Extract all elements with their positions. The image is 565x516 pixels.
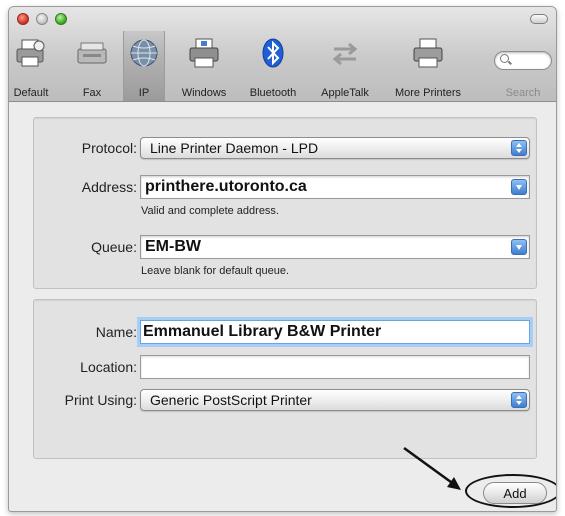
dropdown-arrow-icon[interactable] bbox=[511, 239, 527, 255]
address-hint: Valid and complete address. bbox=[141, 205, 279, 217]
toolbar-label-bluetooth: Bluetooth bbox=[249, 87, 297, 99]
search-icon bbox=[500, 54, 509, 63]
protocol-value: Line Printer Daemon - LPD bbox=[150, 140, 319, 156]
toolbar-item-bluetooth[interactable]: Bluetooth bbox=[241, 31, 305, 101]
print-using-popup[interactable]: Generic PostScript Printer bbox=[140, 389, 530, 411]
toolbar-toggle-button[interactable] bbox=[530, 14, 548, 24]
add-printer-window: Default Fax IP Windows Bluetooth AppleTa… bbox=[8, 6, 557, 512]
close-window-button[interactable] bbox=[17, 13, 29, 25]
windows-printer-icon bbox=[189, 38, 219, 68]
toolbar-item-more-printers[interactable]: More Printers bbox=[385, 31, 471, 101]
queue-combo[interactable]: EM-BW bbox=[140, 235, 530, 259]
print-using-value: Generic PostScript Printer bbox=[150, 392, 312, 408]
address-combo[interactable]: printhere.utoronto.ca bbox=[140, 175, 530, 199]
popup-arrows-icon bbox=[511, 392, 527, 408]
queue-hint: Leave blank for default queue. bbox=[141, 265, 290, 277]
name-label: Name: bbox=[95, 324, 137, 340]
protocol-popup[interactable]: Line Printer Daemon - LPD bbox=[140, 137, 530, 159]
toolbar-item-search[interactable]: Search bbox=[489, 31, 556, 101]
more-printers-icon bbox=[413, 38, 443, 68]
annotation-circle bbox=[465, 474, 556, 508]
address-value: printhere.utoronto.ca bbox=[145, 178, 307, 195]
toolbar-label-appletalk: AppleTalk bbox=[321, 87, 369, 99]
toolbar-item-appletalk[interactable]: AppleTalk bbox=[309, 31, 381, 101]
annotation-arrow-icon bbox=[403, 446, 461, 490]
toolbar-label-search: Search bbox=[505, 87, 541, 99]
queue-label: Queue: bbox=[91, 239, 137, 255]
name-field[interactable]: Emmanuel Library B&W Printer bbox=[140, 320, 530, 344]
search-input[interactable] bbox=[494, 51, 552, 70]
print-using-label: Print Using: bbox=[64, 392, 137, 408]
default-printer-icon bbox=[16, 39, 45, 67]
name-value: Emmanuel Library B&W Printer bbox=[143, 323, 382, 340]
toolbar-label-ip: IP bbox=[138, 87, 150, 99]
title-bar: Default Fax IP Windows Bluetooth AppleTa… bbox=[9, 7, 556, 102]
protocol-label: Protocol: bbox=[81, 140, 137, 156]
popup-arrows-icon bbox=[511, 140, 527, 156]
toolbar-label-fax: Fax bbox=[82, 87, 102, 99]
toolbar-item-fax[interactable]: Fax bbox=[71, 31, 113, 101]
toolbar-label-windows: Windows bbox=[181, 87, 227, 99]
queue-value: EM-BW bbox=[145, 238, 201, 255]
globe-icon bbox=[130, 39, 158, 67]
toolbar-item-ip[interactable]: IP bbox=[123, 31, 165, 101]
toolbar-label-default: Default bbox=[13, 87, 49, 99]
fax-icon bbox=[77, 42, 107, 64]
toolbar-item-windows[interactable]: Windows bbox=[173, 31, 235, 101]
minimize-window-button[interactable] bbox=[36, 13, 48, 25]
address-label: Address: bbox=[81, 179, 137, 195]
location-label: Location: bbox=[80, 359, 137, 375]
appletalk-icon bbox=[332, 42, 358, 66]
toolbar-label-more-printers: More Printers bbox=[394, 87, 462, 99]
zoom-window-button[interactable] bbox=[55, 13, 67, 25]
location-field[interactable] bbox=[140, 355, 530, 379]
toolbar-item-default[interactable]: Default bbox=[9, 31, 53, 101]
toolbar: Default Fax IP Windows Bluetooth AppleTa… bbox=[9, 31, 556, 101]
dropdown-arrow-icon[interactable] bbox=[511, 179, 527, 195]
bluetooth-icon bbox=[262, 38, 284, 68]
